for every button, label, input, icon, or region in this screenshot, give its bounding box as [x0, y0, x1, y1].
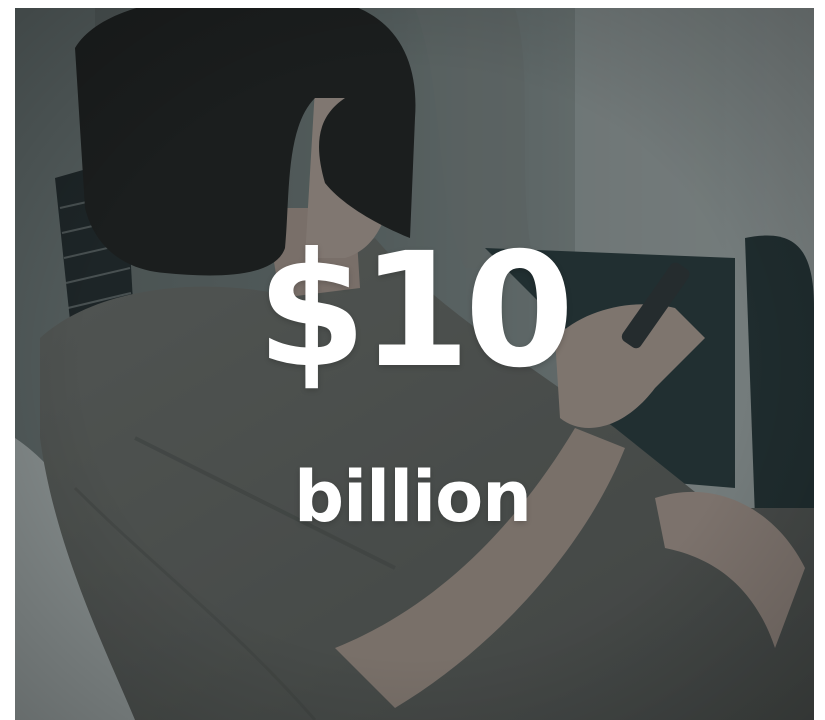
- stat-unit: billion: [293, 456, 532, 538]
- stat-amount: $10: [256, 219, 575, 403]
